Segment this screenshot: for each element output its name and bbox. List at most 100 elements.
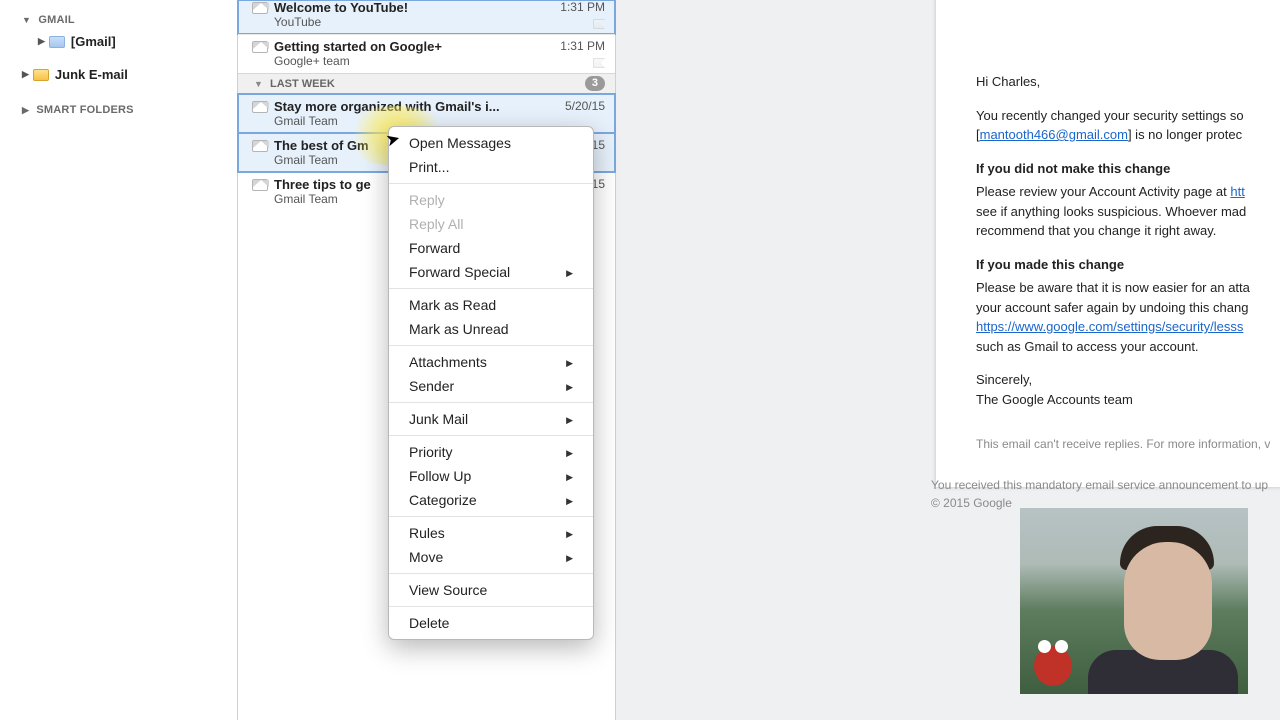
menu-item-reply: Reply	[389, 188, 593, 212]
count-badge: 3	[585, 76, 605, 91]
body-heading: If you did not make this change	[976, 159, 1280, 179]
menu-item-open-messages[interactable]: Open Messages	[389, 131, 593, 155]
menu-item-label: Sender	[409, 378, 454, 394]
no-reply-note: This email can't receive replies. For mo…	[976, 435, 1280, 453]
section-label: LAST WEEK	[270, 78, 335, 90]
message-subject: Welcome to YouTube!	[274, 0, 408, 15]
message-time: 1:31 PM	[552, 0, 605, 15]
menu-item-junk-mail[interactable]: Junk Mail	[389, 407, 593, 431]
message-row[interactable]: Getting started on Google+ 1:31 PM Googl…	[238, 34, 615, 73]
menu-separator	[389, 435, 593, 436]
menu-item-print[interactable]: Print...	[389, 155, 593, 179]
envelope-icon	[252, 41, 268, 53]
menu-item-label: Forward	[409, 240, 460, 256]
chevron-right-icon	[566, 469, 573, 483]
menu-item-rules[interactable]: Rules	[389, 521, 593, 545]
message-from: YouTube	[274, 15, 605, 29]
menu-item-follow-up[interactable]: Follow Up	[389, 464, 593, 488]
junk-icon	[33, 69, 49, 81]
webcam-overlay	[1020, 508, 1248, 694]
chevron-down-icon: ▼	[22, 15, 31, 25]
message-subject: The best of Gm	[274, 138, 369, 153]
menu-item-label: View Source	[409, 582, 487, 598]
chevron-right-icon	[566, 550, 573, 564]
email-body: Hi Charles, You recently changed your se…	[936, 0, 1280, 487]
body-paragraph: You recently changed your security setti…	[976, 106, 1280, 145]
body-paragraph: Please be aware that it is now easier fo…	[976, 278, 1280, 356]
context-menu: Open Messages Print... Reply Reply All Forwa…	[388, 126, 594, 640]
chevron-right-icon	[566, 445, 573, 459]
sidebar-section-smart[interactable]: ▶ SMART FOLDERS	[0, 100, 237, 120]
section-label: GMAIL	[38, 14, 74, 26]
chevron-right-icon	[566, 412, 573, 426]
menu-item-label: Reply	[409, 192, 445, 208]
folder-icon	[49, 36, 65, 48]
body-heading: If you made this change	[976, 255, 1280, 275]
menu-item-attachments[interactable]: Attachments	[389, 350, 593, 374]
menu-item-label: Junk Mail	[409, 411, 468, 427]
message-subject: Three tips to ge	[274, 177, 371, 192]
chevron-right-icon: ▶	[38, 36, 45, 47]
message-subject: Stay more organized with Gmail's i...	[274, 99, 500, 114]
link[interactable]: htt	[1230, 184, 1244, 199]
menu-item-priority[interactable]: Priority	[389, 440, 593, 464]
message-subject: Getting started on Google+	[274, 39, 442, 54]
menu-item-label: Priority	[409, 444, 453, 460]
sidebar-item-junk[interactable]: ▶ Junk E-mail	[0, 63, 237, 86]
menu-item-categorize[interactable]: Categorize	[389, 488, 593, 512]
menu-item-label: Mark as Unread	[409, 321, 509, 337]
menu-item-forward[interactable]: Forward	[389, 236, 593, 260]
chevron-right-icon	[566, 493, 573, 507]
message-time: 1:31 PM	[552, 39, 605, 54]
menu-separator	[389, 402, 593, 403]
message-time: 5/20/15	[557, 99, 605, 114]
envelope-icon	[252, 140, 268, 152]
link[interactable]: https://www.google.com/settings/security…	[976, 319, 1243, 334]
menu-item-sender[interactable]: Sender	[389, 374, 593, 398]
menu-item-move[interactable]: Move	[389, 545, 593, 569]
chevron-right-icon: ▶	[22, 105, 29, 116]
menu-item-label: Move	[409, 549, 443, 565]
menu-separator	[389, 288, 593, 289]
chevron-right-icon	[566, 355, 573, 369]
menu-item-mark-as-read[interactable]: Mark as Read	[389, 293, 593, 317]
chevron-right-icon	[566, 265, 573, 279]
chevron-right-icon	[566, 379, 573, 393]
menu-item-label: Forward Special	[409, 264, 510, 280]
envelope-icon	[252, 179, 268, 191]
envelope-icon	[252, 2, 268, 14]
email-link[interactable]: mantooth466@gmail.com	[980, 127, 1128, 142]
menu-item-label: Open Messages	[409, 135, 511, 151]
sidebar-item-gmail[interactable]: ▶ [Gmail]	[0, 30, 237, 53]
signoff: Sincerely, The Google Accounts team	[976, 370, 1280, 409]
menu-item-reply-all: Reply All	[389, 212, 593, 236]
section-label: SMART FOLDERS	[36, 104, 133, 116]
menu-separator	[389, 606, 593, 607]
menu-separator	[389, 573, 593, 574]
menu-item-view-source[interactable]: View Source	[389, 578, 593, 602]
menu-item-forward-special[interactable]: Forward Special	[389, 260, 593, 284]
menu-separator	[389, 345, 593, 346]
greeting: Hi Charles,	[976, 72, 1280, 92]
chevron-down-icon: ▼	[254, 79, 263, 89]
message-row[interactable]: Welcome to YouTube! 1:31 PM YouTube	[238, 0, 615, 34]
sidebar-item-label: [Gmail]	[71, 34, 116, 49]
menu-item-label: Categorize	[409, 492, 477, 508]
sidebar: ▼ GMAIL ▶ [Gmail] ▶ Junk E-mail ▶ SMART …	[0, 0, 238, 720]
menu-item-label: Follow Up	[409, 468, 471, 484]
menu-item-label: Rules	[409, 525, 445, 541]
menu-item-delete[interactable]: Delete	[389, 611, 593, 635]
message-from: Google+ team	[274, 54, 605, 68]
chevron-right-icon: ▶	[22, 69, 29, 80]
menu-separator	[389, 516, 593, 517]
sidebar-item-label: Junk E-mail	[55, 67, 128, 82]
body-paragraph: Please review your Account Activity page…	[976, 182, 1280, 241]
list-section-header[interactable]: ▼ LAST WEEK 3	[238, 73, 615, 94]
menu-item-label: Mark as Read	[409, 297, 496, 313]
menu-item-label: Attachments	[409, 354, 487, 370]
envelope-icon	[252, 101, 268, 113]
menu-item-mark-as-unread[interactable]: Mark as Unread	[389, 317, 593, 341]
sidebar-section-gmail[interactable]: ▼ GMAIL	[0, 10, 237, 30]
menu-separator	[389, 183, 593, 184]
menu-item-label: Reply All	[409, 216, 463, 232]
